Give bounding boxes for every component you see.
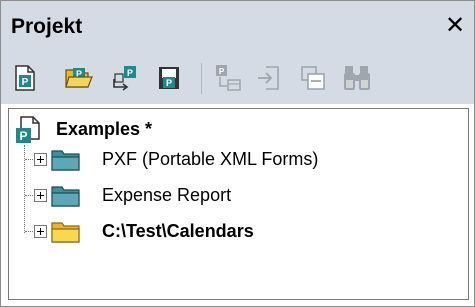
panel-title: Projekt <box>11 15 83 38</box>
expand-icon[interactable] <box>34 189 47 202</box>
save-project-icon: P <box>159 67 179 89</box>
open-project-button[interactable]: P <box>64 63 94 93</box>
add-folder-icon <box>301 66 325 90</box>
project-tree: P Examples * PXF (Portable XML Forms) Ex… <box>8 108 469 300</box>
add-to-project-button[interactable]: P <box>213 63 243 93</box>
folder-teal-icon <box>51 186 80 207</box>
tree-item-expense-report[interactable]: Expense Report <box>102 185 231 206</box>
project-icon: P <box>16 116 40 143</box>
find-in-project-button[interactable] <box>342 63 372 93</box>
svg-text:P: P <box>19 129 27 143</box>
add-external-file-icon <box>258 66 279 90</box>
tree-root-label[interactable]: Examples * <box>56 119 152 140</box>
tree-item-calendars[interactable]: C:\Test\Calendars <box>102 221 254 242</box>
svg-text:P: P <box>219 67 225 76</box>
find-in-project-icon <box>344 66 370 90</box>
folder-yellow-icon <box>51 222 80 243</box>
add-external-file-button[interactable] <box>255 63 285 93</box>
new-project-button[interactable]: P <box>10 63 40 93</box>
tree-item-pxf[interactable]: PXF (Portable XML Forms) <box>102 149 318 170</box>
svg-text:P: P <box>22 77 29 88</box>
svg-text:P: P <box>166 78 172 88</box>
open-project-icon: P <box>65 68 93 88</box>
panel-title-bar: Projekt ✕ <box>1 1 474 53</box>
add-folder-button[interactable] <box>298 63 328 93</box>
expand-icon[interactable] <box>34 225 47 238</box>
reload-project-button[interactable]: P <box>110 63 140 93</box>
close-icon[interactable]: ✕ <box>442 13 468 39</box>
new-project-icon: P <box>15 65 35 91</box>
folder-teal-icon <box>51 150 80 171</box>
project-panel: Projekt ✕ P P P P P P Examples * PXF (Po… <box>0 0 475 307</box>
save-project-button[interactable]: P <box>154 63 184 93</box>
expand-icon[interactable] <box>34 153 47 166</box>
add-to-project-icon: P <box>216 65 241 91</box>
reload-project-icon: P <box>113 66 136 91</box>
toolbar-separator <box>201 63 202 94</box>
svg-text:P: P <box>127 68 133 78</box>
project-toolbar: P P P P P <box>1 53 474 104</box>
